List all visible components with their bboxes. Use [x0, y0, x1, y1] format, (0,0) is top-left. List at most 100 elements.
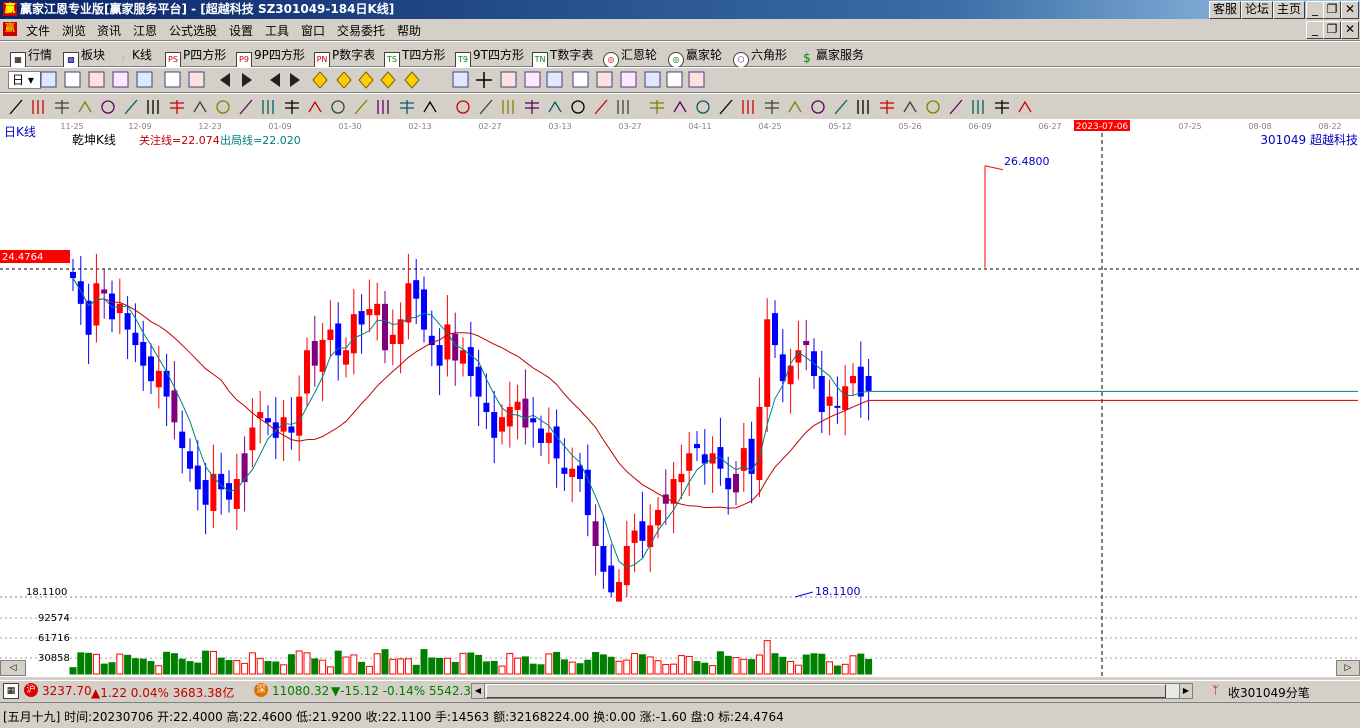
winner-wheel-button[interactable]: ◎ 赢家轮: [668, 46, 722, 68]
drawing-tool-21-icon[interactable]: [479, 99, 493, 115]
drawing-tool-39-icon[interactable]: [903, 100, 917, 113]
kline-chart[interactable]: 11-25 12-09 12-23 01-09 01-30 02-13 02-27 03-13…: [0, 119, 1360, 677]
drawing-tool-23-icon[interactable]: [525, 100, 539, 114]
volume-bar: [217, 657, 225, 675]
drawing-tool-40-icon[interactable]: [926, 100, 940, 114]
drawing-tool-37-icon[interactable]: [857, 100, 869, 114]
drawing-tool-5-icon[interactable]: [101, 100, 115, 114]
customer-service-button[interactable]: 客服: [1209, 1, 1241, 19]
9t-square-button[interactable]: T9 9T四方形: [455, 46, 524, 68]
candle-body: [405, 283, 412, 323]
drawing-tool-35-icon[interactable]: [811, 100, 825, 114]
menu-tools[interactable]: 工具: [265, 22, 289, 39]
t-number-table-button[interactable]: TN T数字表: [532, 46, 593, 68]
tick-data-label[interactable]: 收301049分笔: [1228, 684, 1310, 701]
t-square-button[interactable]: TS T四方形: [384, 46, 445, 68]
drawing-tool-14-icon[interactable]: [308, 100, 322, 113]
drawing-tool-12-icon[interactable]: [262, 100, 274, 114]
candle-body: [187, 451, 193, 469]
close-icon[interactable]: ✕: [1341, 1, 1359, 19]
restore-icon[interactable]: ❐: [1323, 1, 1341, 19]
drawing-tool-2-icon[interactable]: [32, 100, 44, 114]
drawing-tool-29-icon[interactable]: [673, 100, 687, 113]
menu-formula-select[interactable]: 公式选股: [169, 22, 217, 39]
volume-bar: [802, 654, 810, 675]
drawing-tool-20-icon[interactable]: [456, 100, 470, 114]
child-window-icon[interactable]: 赢: [3, 22, 17, 36]
chart-toolbar-icons[interactable]: [40, 71, 720, 89]
drawing-tool-19-icon[interactable]: [423, 100, 437, 113]
menu-file[interactable]: 文件: [26, 22, 50, 39]
drawing-tool-icons[interactable]: [8, 98, 1078, 116]
drawing-tool-9-icon[interactable]: [193, 100, 207, 113]
drawing-tool-15-icon[interactable]: [331, 100, 345, 114]
mdi-close-icon[interactable]: ✕: [1341, 21, 1359, 39]
pn-icon: PN: [314, 52, 330, 68]
kline-chart-area[interactable]: 11-25 12-09 12-23 01-09 01-30 02-13 02-27 03-13…: [0, 119, 1360, 677]
menu-window[interactable]: 窗口: [301, 22, 325, 39]
drawing-tool-13-icon[interactable]: [285, 100, 299, 114]
drawing-toolbar: [0, 93, 1360, 120]
drawing-tool-16-icon[interactable]: [354, 99, 368, 115]
drawing-tool-3-icon[interactable]: [55, 100, 69, 114]
drawing-tool-26-icon[interactable]: [594, 99, 608, 115]
homepage-button[interactable]: 主页: [1273, 1, 1305, 19]
menu-help[interactable]: 帮助: [397, 22, 421, 39]
drawing-tool-8-icon[interactable]: [170, 100, 184, 114]
drawing-tool-10-icon[interactable]: [216, 100, 230, 114]
drawing-tool-41-icon[interactable]: [949, 99, 963, 115]
winner-service-button[interactable]: $ 赢家服务: [800, 46, 864, 65]
hexagon-button[interactable]: ⬡ 六角形: [733, 46, 787, 68]
drawing-tool-6-icon[interactable]: [124, 99, 138, 115]
drawing-tool-33-icon[interactable]: [765, 100, 779, 114]
gann-wheel-button[interactable]: ◎ 汇恩轮: [603, 46, 657, 68]
candle-body: [288, 426, 295, 433]
drawing-tool-4-icon[interactable]: [78, 100, 92, 113]
drawing-tool-32-icon[interactable]: [742, 100, 754, 114]
period-dropdown[interactable]: 日 ▾: [8, 71, 41, 89]
p-number-table-button[interactable]: PN P数字表: [314, 46, 375, 68]
p-square-button[interactable]: PS P四方形: [165, 46, 226, 68]
grid-icon[interactable]: ▦: [3, 683, 19, 699]
drawing-tool-30-icon[interactable]: [696, 100, 710, 114]
horizontal-scrollbar[interactable]: ◀ ▶: [471, 683, 1193, 699]
drawing-tool-1-icon[interactable]: [9, 99, 23, 115]
drawing-tool-34-icon[interactable]: [788, 100, 802, 113]
drawing-tool-42-icon[interactable]: [972, 100, 984, 114]
mdi-minimize-icon[interactable]: _: [1306, 21, 1324, 39]
drawing-tool-44-icon[interactable]: [1018, 100, 1032, 113]
scroll-right-arrow-icon[interactable]: ▶: [1179, 684, 1192, 698]
volume-bar: [358, 661, 366, 675]
scroll-right-icon[interactable]: ▷: [1336, 660, 1360, 676]
minimize-icon[interactable]: _: [1306, 1, 1324, 19]
kline-button[interactable]: ⫶ K线: [116, 46, 152, 67]
drawing-tool-18-icon[interactable]: [400, 100, 414, 114]
drawing-tool-25-icon[interactable]: [571, 100, 585, 114]
drawing-tool-38-icon[interactable]: [880, 100, 894, 114]
drawing-tool-7-icon[interactable]: [147, 100, 159, 114]
forum-button[interactable]: 论坛: [1241, 1, 1273, 19]
drawing-tool-36-icon[interactable]: [834, 99, 848, 115]
menu-news[interactable]: 资讯: [97, 22, 121, 39]
sector-button[interactable]: ▩ 板块: [63, 46, 105, 68]
drawing-tool-28-icon[interactable]: [650, 100, 664, 114]
scroll-left-icon[interactable]: ◁: [0, 660, 26, 676]
menu-browse[interactable]: 浏览: [62, 22, 86, 39]
winner-wheel-icon: ◎: [668, 52, 684, 68]
quotes-button[interactable]: ▦ 行情: [10, 46, 52, 68]
menu-trade[interactable]: 交易委托: [337, 22, 385, 39]
drawing-tool-22-icon[interactable]: [502, 100, 514, 114]
drawing-tool-24-icon[interactable]: [548, 100, 562, 113]
mdi-restore-icon[interactable]: ❐: [1323, 21, 1341, 39]
diamond2-icon: [336, 71, 352, 89]
menu-gann[interactable]: 江恩: [133, 22, 157, 39]
menu-settings[interactable]: 设置: [229, 22, 253, 39]
drawing-tool-43-icon[interactable]: [995, 100, 1009, 114]
9p-square-button[interactable]: P9 9P四方形: [236, 46, 305, 68]
drawing-tool-31-icon[interactable]: [719, 99, 733, 115]
scrollbar-thumb[interactable]: [486, 684, 1166, 698]
drawing-tool-17-icon[interactable]: [377, 100, 389, 114]
drawing-tool-27-icon[interactable]: [617, 100, 629, 114]
scroll-left-arrow-icon[interactable]: ◀: [472, 684, 485, 698]
drawing-tool-11-icon[interactable]: [239, 99, 253, 115]
